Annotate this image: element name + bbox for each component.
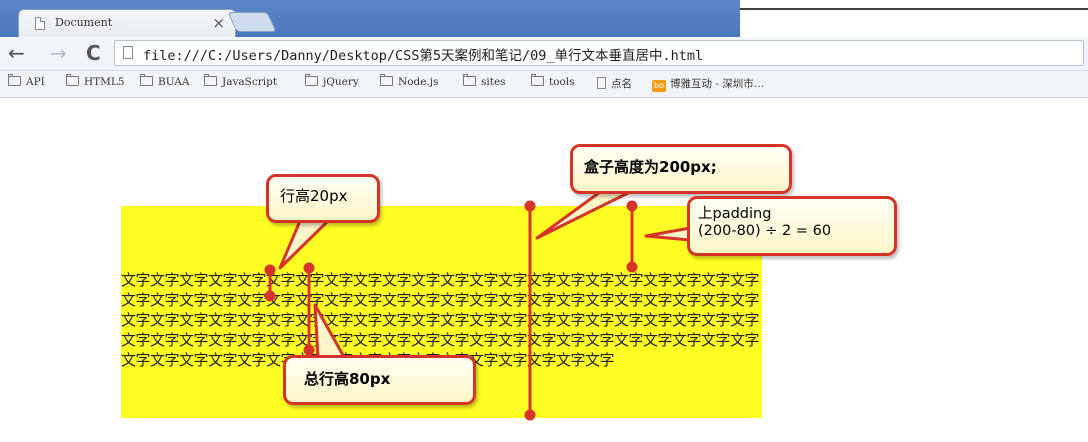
padding-label-line2: (200-80) ÷ 2 = 60	[698, 223, 832, 239]
callout-line-height: 行高20px	[266, 174, 380, 223]
line-height-bottom-dot	[264, 290, 276, 302]
callout-total-height: 总行高80px	[283, 355, 476, 405]
box-height-top-dot	[524, 200, 536, 212]
callout-pointer-box-height	[535, 190, 632, 240]
padding-label-line1: 上padding	[698, 206, 772, 222]
callout-padding: 上padding (200-80) ÷ 2 = 60	[687, 196, 897, 256]
line-height-top-dot	[264, 264, 276, 276]
callout-box-height: 盒子高度为200px;	[570, 144, 792, 194]
callout-pointer-total-height	[313, 303, 346, 359]
total-height-bottom-dot	[303, 344, 315, 356]
callout-pointer-line-height	[278, 219, 330, 270]
annotation-overlay	[264, 190, 692, 421]
total-height-top-dot	[303, 262, 315, 274]
callout-pointer-padding	[644, 226, 692, 242]
box-height-label: 盒子高度为200px;	[584, 158, 717, 176]
line-height-label: 行高20px	[280, 187, 348, 205]
total-height-label: 总行高80px	[304, 370, 391, 388]
padding-bottom-dot	[626, 261, 638, 273]
padding-top-dot	[626, 200, 638, 212]
box-height-bottom-dot	[524, 409, 536, 421]
